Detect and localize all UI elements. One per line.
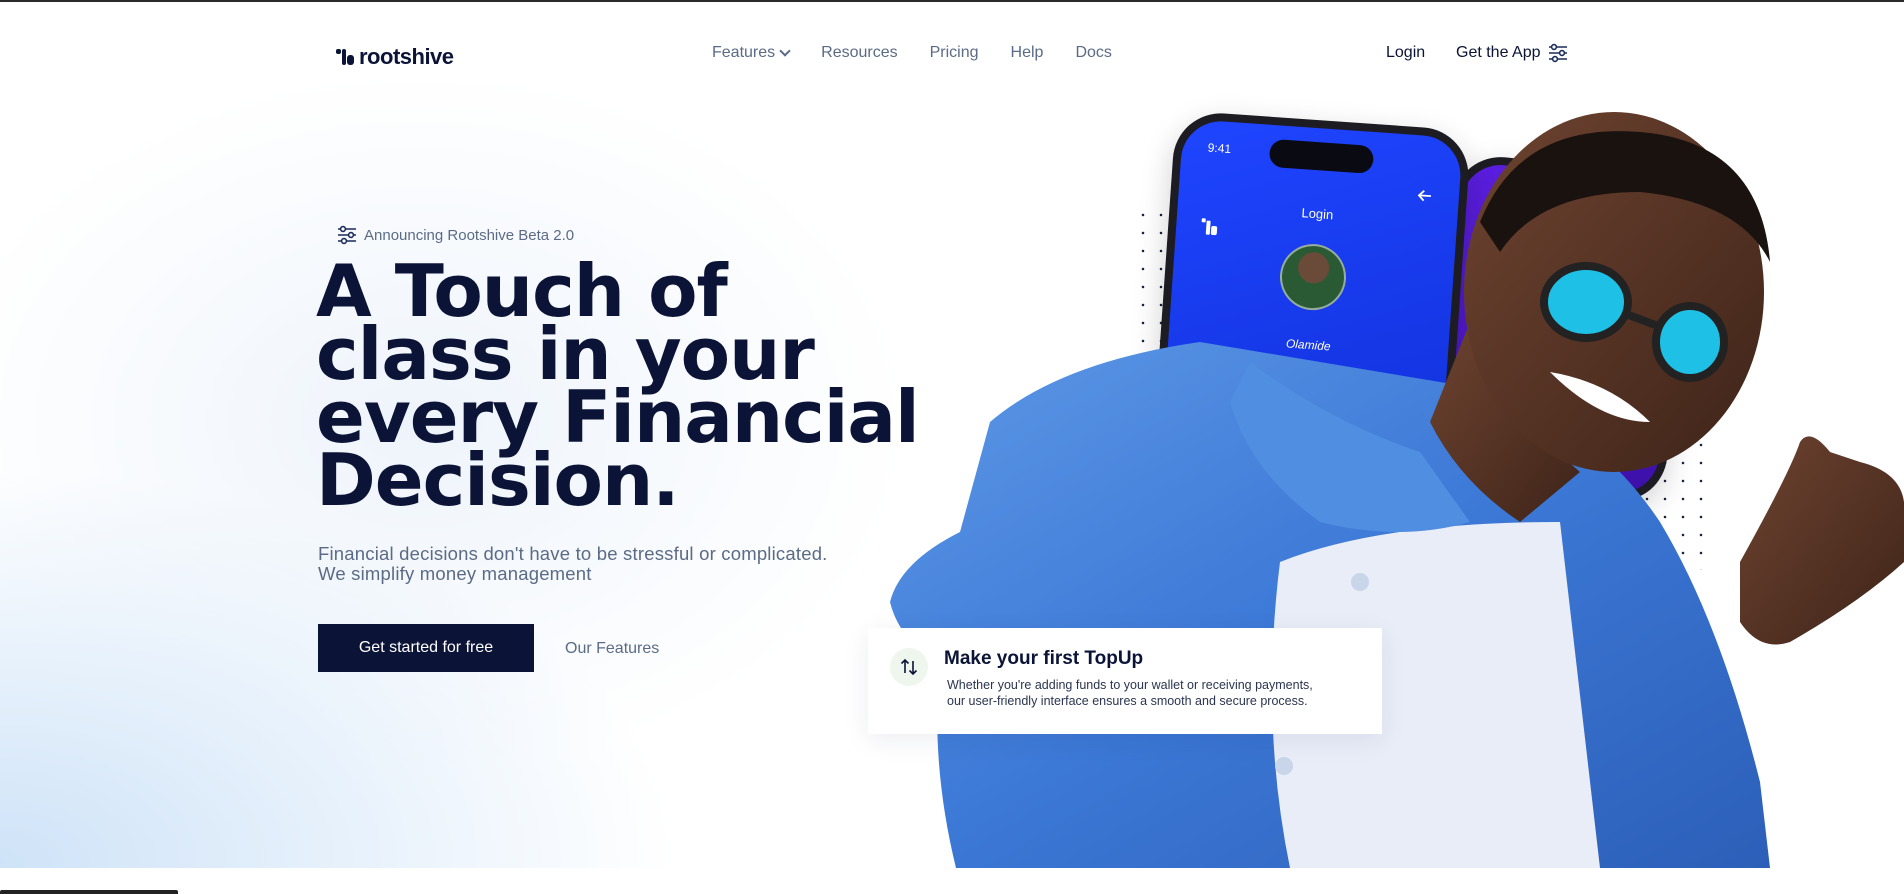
get-app-button[interactable]: Get the App [1456, 42, 1569, 64]
hero-section: 9:41 Login Olamide rootshive Features Re… [0, 2, 1904, 868]
card-body-line: Whether you're adding funds to your wall… [947, 678, 1313, 692]
logo-icon [336, 47, 356, 67]
page-bottom-strip [0, 868, 1904, 894]
phone-user-name: Olamide [1285, 336, 1332, 354]
nav-item-help[interactable]: Help [1011, 44, 1044, 62]
sliders-icon [1548, 43, 1567, 63]
subtext-line: Financial decisions don't have to be str… [318, 543, 828, 564]
dynamic-island [1268, 138, 1375, 174]
nav-item-label: Resources [821, 44, 898, 61]
app-logo-icon [1201, 218, 1218, 236]
brand-name: rootshive [359, 44, 454, 69]
card-body-line: our user-friendly interface ensures a sm… [947, 694, 1308, 708]
nav-item-features[interactable]: Features [712, 44, 791, 62]
hero-headline: A Touch of class in your every Financial… [316, 255, 936, 516]
nav-item-label: Features [712, 44, 776, 61]
hero-subtext: Financial decisions don't have to be str… [318, 544, 938, 584]
topup-card-title: Make your first TopUp [944, 648, 1144, 669]
nav-item-docs[interactable]: Docs [1075, 44, 1111, 62]
status-time: 9:41 [1207, 140, 1232, 157]
back-arrow-icon [1417, 189, 1431, 202]
nav-item-label: Help [1010, 44, 1044, 61]
nav-item-resources[interactable]: Resources [821, 44, 897, 62]
subtext-line: We simplify money management [318, 563, 592, 584]
topup-card: Make your first TopUp Whether you're add… [868, 628, 1382, 734]
scroll-indicator[interactable] [0, 890, 178, 894]
nav-item-label: Pricing [929, 44, 979, 61]
announcement-badge[interactable]: Announcing Rootshive Beta 2.0 [336, 224, 574, 246]
swap-vertical-icon [890, 648, 928, 686]
our-features-link[interactable]: Our Features [565, 640, 659, 658]
dynamic-island [1520, 181, 1627, 221]
sliders-icon [338, 225, 356, 245]
chevron-down-icon [779, 45, 791, 57]
nav-item-label: Docs [1075, 44, 1112, 61]
get-app-label: Get the App [1456, 44, 1541, 61]
phone-screen-back [1432, 161, 1688, 497]
phone-screen-front: 9:41 Login Olamide [1156, 118, 1464, 522]
avatar [1277, 241, 1349, 313]
topup-card-body: Whether you're adding funds to your wall… [947, 677, 1367, 709]
get-started-button[interactable]: Get started for free [318, 624, 534, 672]
main-nav: Features Resources Pricing Help Docs [712, 44, 1112, 62]
brand-logo[interactable]: rootshive [336, 44, 454, 70]
nav-item-pricing[interactable]: Pricing [930, 44, 979, 62]
phone-mockup-front: 9:41 Login Olamide [1148, 110, 1472, 530]
announcement-text: Announcing Rootshive Beta 2.0 [364, 226, 575, 244]
login-link[interactable]: Login [1386, 44, 1425, 62]
